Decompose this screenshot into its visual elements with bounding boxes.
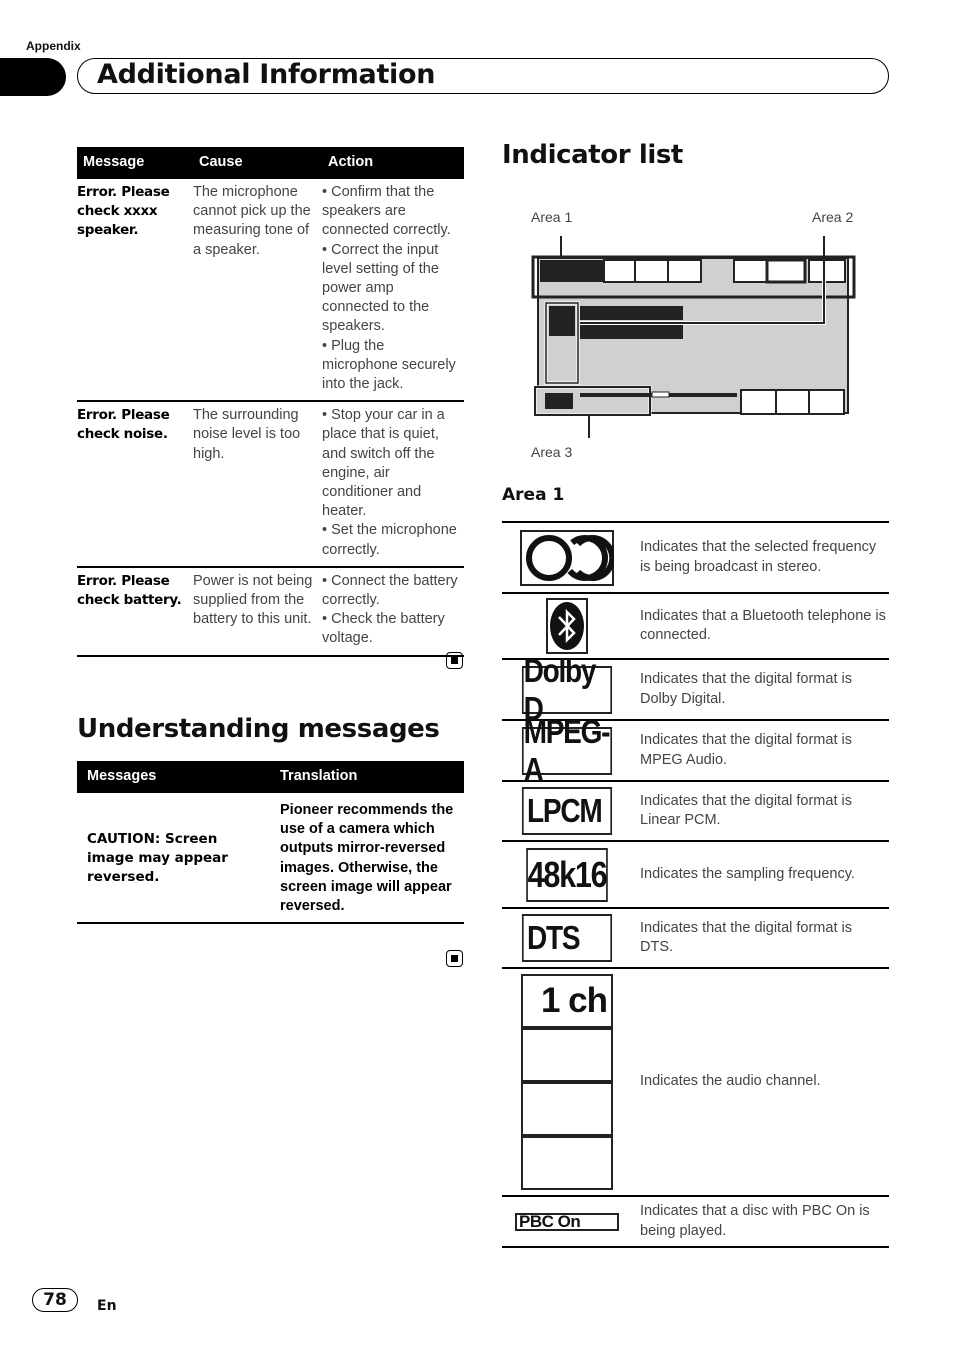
indicator-description: Indicates that the selected frequency is… <box>640 539 877 575</box>
section-label: Appendix <box>26 39 81 53</box>
message-cell: CAUTION: Screen image may appear reverse… <box>77 793 270 925</box>
list-item: LPCM Indicates that the digital format i… <box>502 782 889 842</box>
cause-cell: Power is not being supplied from the bat… <box>193 566 322 657</box>
pbc-on-badge: PBC On <box>515 1212 619 1231</box>
indicator-list: Indicates that the selected frequency is… <box>502 521 889 1248</box>
table-row: CAUTION: Screen image may appear reverse… <box>77 793 464 925</box>
understanding-messages-heading: Understanding messages <box>77 714 440 744</box>
channel-label: 1 ch <box>523 976 611 1030</box>
display-layout-diagram <box>531 236 856 438</box>
lpcm-badge: LPCM <box>521 787 613 835</box>
mpeg-a-badge: MPEG-A <box>521 713 613 788</box>
list-item: MPEG-A Indicates that the digital format… <box>502 713 889 788</box>
list-item: PBC On Indicates that a disc with PBC On… <box>502 1197 889 1248</box>
table-row: Error. Please check xxxx speaker. The mi… <box>77 179 464 403</box>
chapter-tab <box>0 58 66 96</box>
column-header-message: Message <box>77 147 193 179</box>
area1-label: Area 1 <box>531 209 573 225</box>
message-cell: Error. Please check battery. <box>77 566 193 657</box>
understanding-messages-table: Messages Translation CAUTION: Screen ima… <box>77 761 464 925</box>
cause-cell: The microphone cannot pick up the measur… <box>193 179 322 403</box>
action-cell: • Stop your car in a place that is quiet… <box>322 401 464 568</box>
indicator-description: Indicates the sampling frequency. <box>640 865 855 882</box>
indicator-description: Indicates that the digital format is DTS… <box>640 919 852 955</box>
message-cell: Error. Please check xxxx speaker. <box>77 179 193 403</box>
column-header-messages: Messages <box>77 761 270 793</box>
message-cell: Error. Please check noise. <box>77 401 193 568</box>
list-item: Indicates that a Bluetooth telephone is … <box>502 594 889 660</box>
cause-cell: The surrounding noise level is too high. <box>193 401 322 568</box>
indicator-description: Indicates the audio channel. <box>640 1073 821 1090</box>
dolby-d-badge: Dolby D <box>521 652 613 727</box>
list-item: DTS Indicates that the digital format is… <box>502 909 889 969</box>
action-cell: • Confirm that the speakers are connecte… <box>322 179 464 403</box>
page-number: 78 <box>32 1288 78 1312</box>
stereo-icon <box>502 529 632 586</box>
end-of-section-icon <box>446 950 463 967</box>
indicator-description: Indicates that the digital format is Lin… <box>640 792 852 828</box>
area2-label: Area 2 <box>812 209 854 225</box>
table-row: Error. Please check battery. Power is no… <box>77 566 464 657</box>
indicator-description: Indicates that the digital format is MPE… <box>640 732 852 768</box>
sampling-badge: 48k16 <box>526 847 608 902</box>
column-header-cause: Cause <box>193 147 322 179</box>
table-row: Error. Please check noise. The surroundi… <box>77 401 464 568</box>
bluetooth-icon <box>502 598 632 654</box>
list-item: 48k16 Indicates the sampling frequency. <box>502 842 889 909</box>
column-header-translation: Translation <box>270 761 464 793</box>
translation-cell: Pioneer recommends the use of a camera w… <box>270 793 464 925</box>
indicator-description: Indicates that a Bluetooth telephone is … <box>640 607 886 643</box>
error-message-table: Message Cause Action Error. Please check… <box>77 147 464 657</box>
dts-badge: DTS <box>521 914 613 962</box>
page-title: Additional Information <box>97 59 436 90</box>
area3-label: Area 3 <box>531 444 573 460</box>
action-cell: • Connect the battery correctly. • Check… <box>322 566 464 657</box>
indicator-description: Indicates that a disc with PBC On is bei… <box>640 1203 870 1239</box>
end-of-section-icon <box>446 652 463 669</box>
list-item: Indicates that the selected frequency is… <box>502 523 889 594</box>
list-item: 1 ch Indicates the audio channel. <box>502 969 889 1197</box>
indicator-list-heading: Indicator list <box>502 140 683 170</box>
channel-badge: 1 ch <box>502 974 632 1190</box>
indicator-description: Indicates that the digital format is Dol… <box>640 671 852 707</box>
area1-heading: Area 1 <box>502 485 565 505</box>
language-label: En <box>97 1298 117 1314</box>
column-header-action: Action <box>322 147 464 179</box>
